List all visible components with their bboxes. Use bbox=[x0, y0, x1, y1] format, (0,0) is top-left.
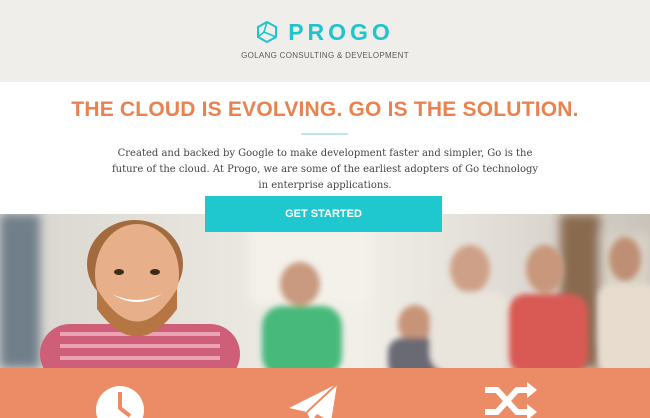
logo[interactable]: PROGO bbox=[0, 19, 650, 45]
page-title: THE CLOUD IS EVOLVING. GO IS THE SOLUTIO… bbox=[71, 98, 579, 121]
divider bbox=[301, 133, 348, 135]
clock-icon bbox=[96, 386, 144, 418]
features-strip bbox=[0, 368, 650, 418]
team-photo bbox=[0, 214, 650, 368]
brand-name: PROGO bbox=[288, 18, 394, 45]
team-photo-illustration bbox=[0, 214, 650, 368]
site-header: PROGO GOLANG CONSULTING & DEVELOPMENT bbox=[0, 0, 650, 82]
hexagon-logo-icon bbox=[257, 21, 278, 43]
shuffle-icon bbox=[485, 382, 537, 418]
get-started-button[interactable]: GET STARTED bbox=[205, 196, 442, 232]
tagline: GOLANG CONSULTING & DEVELOPMENT bbox=[241, 51, 409, 60]
intro-paragraph: Created and backed by Google to make dev… bbox=[111, 148, 539, 191]
paper-plane-icon bbox=[289, 383, 338, 418]
